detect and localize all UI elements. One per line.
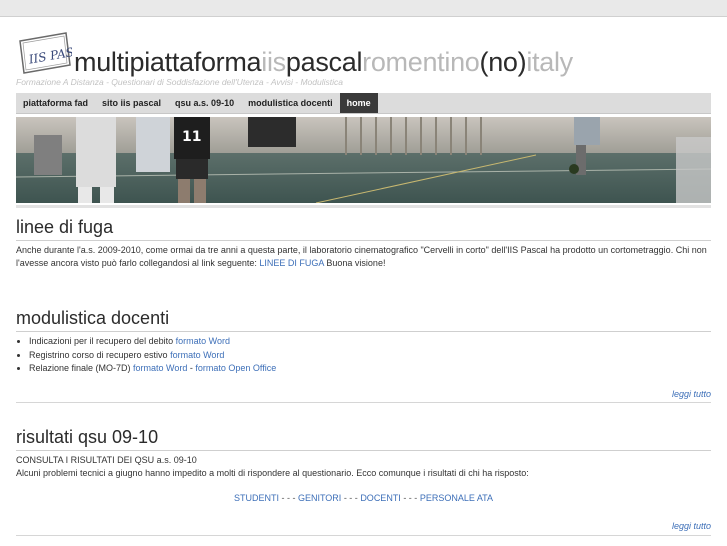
title-part-4: romentino [362,47,480,77]
banner-shadow [16,205,711,208]
section-title[interactable]: modulistica docenti [16,308,711,332]
list-item: Registrino corso di recupero estivo form… [29,349,711,363]
title-part-3: pascal [285,47,363,77]
genitori-link[interactable]: GENITORI [298,493,341,503]
formato-word-link[interactable]: formato Word [133,363,187,373]
title-part-6: italy [526,47,573,77]
body-text-end: Buona visione! [323,258,386,268]
nav-item-qsu[interactable]: qsu a.s. 09-10 [168,93,241,113]
divider [16,402,711,403]
tagline: Formazione A Distanza - Questionari di S… [16,77,343,87]
iis-pascal-logo[interactable]: IIS PASCAL [16,31,72,77]
section-title[interactable]: linee di fuga [16,217,711,241]
nav-item-home[interactable]: home [339,93,378,113]
banner-image: 11 [16,117,711,203]
nav-item-sito-iis-pascal[interactable]: sito iis pascal [95,93,168,113]
personale-ata-link[interactable]: PERSONALE ATA [420,493,493,503]
title-part-5: (no) [479,47,527,77]
list-item: Indicazioni per il recupero del debito f… [29,335,711,349]
title-part-1: multipiattaforma [74,47,262,77]
formato-word-link[interactable]: formato Word [170,350,224,360]
header: IIS PASCAL multipiattaformaiispascalrome… [0,17,727,93]
main-nav: piattaforma fad sito iis pascal qsu a.s.… [16,93,711,114]
page: IIS PASCAL multipiattaformaiispascalrome… [0,16,727,546]
section-risultati-qsu: risultati qsu 09-10 CONSULTA I RISULTATI… [16,427,711,480]
studenti-link[interactable]: STUDENTI [234,493,279,503]
modulistica-list: Indicazioni per il recupero del debito f… [16,335,711,376]
formato-open-office-link[interactable]: formato Open Office [195,363,276,373]
divider [16,535,711,536]
svg-text:11: 11 [182,129,201,145]
leggi-tutto-link[interactable]: leggi tutto [672,521,711,531]
section-linee-di-fuga: linee di fuga Anche durante l'a.s. 2009-… [16,217,711,270]
nav-item-modulistica-docenti[interactable]: modulistica docenti [241,93,340,113]
risultati-line-1: CONSULTA I RISULTATI DEI QSU a.s. 09-10 [16,455,197,465]
section-modulistica-docenti: modulistica docenti Indicazioni per il r… [16,308,711,376]
list-item: Relazione finale (MO-7D) formato Word - … [29,362,711,376]
section-title[interactable]: risultati qsu 09-10 [16,427,711,451]
nav-item-piattaforma-fad[interactable]: piattaforma fad [16,93,95,113]
title-part-2: iis [261,47,286,77]
risultati-line-2: Alcuni problemi tecnici a giugno hanno i… [16,468,529,478]
linee-di-fuga-link[interactable]: LINEE DI FUGA [259,258,324,268]
leggi-tutto-link[interactable]: leggi tutto [672,389,711,399]
qsu-results-links: STUDENTI - - - GENITORI - - - DOCENTI - … [233,493,494,503]
docenti-link[interactable]: DOCENTI [360,493,401,503]
section-body: Anche durante l'a.s. 2009-2010, come orm… [16,244,711,270]
site-title[interactable]: multipiattaformaiispascalromentino(no)it… [74,47,573,78]
formato-word-link[interactable]: formato Word [176,336,230,346]
